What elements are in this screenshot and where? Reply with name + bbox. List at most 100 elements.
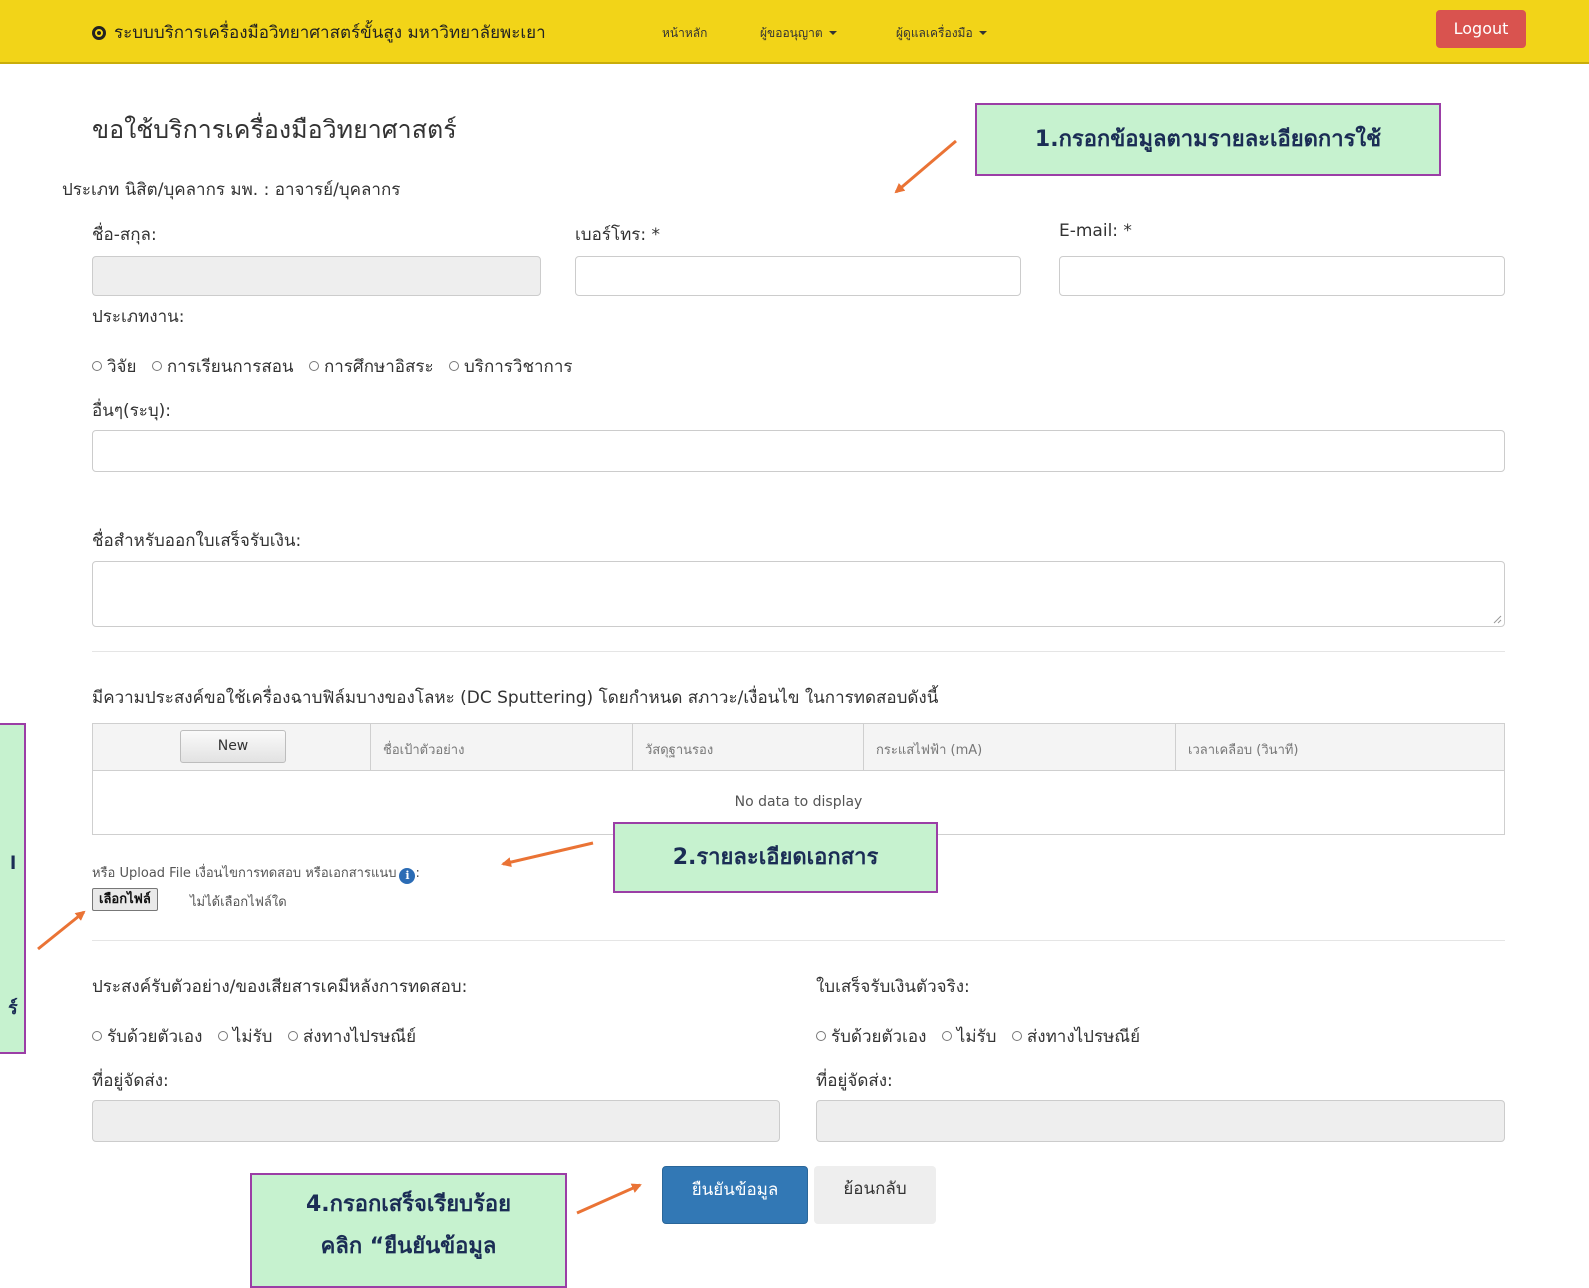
- callout-4-line-1: 4.กรอกเสร็จเรียบร้อย: [305, 1192, 512, 1217]
- work-type-research-option[interactable]: วิจัย: [92, 357, 146, 377]
- target-icon: [92, 26, 106, 40]
- arrow-to-form-fields: [894, 139, 957, 194]
- upload-label-colon: :: [415, 866, 420, 881]
- grid-col-sample-target-label: ชื่อเป้าตัวอย่าง: [383, 743, 465, 758]
- radio-icon: [287, 1031, 298, 1041]
- radio-icon: [308, 361, 319, 371]
- instruction-callout-2: 2.รายละเอียดเอกสาร: [613, 822, 938, 893]
- purpose-text: มีความประสงค์ขอใช้เครื่องฉาบฟิล์มบางของโ…: [92, 688, 939, 708]
- instruction-callout-1: 1.กรอกข้อมูลตามรายละเอียดการใช้: [975, 103, 1441, 176]
- radio-icon: [92, 1031, 102, 1041]
- grid-col-sample-target[interactable]: ชื่อเป้าตัวอย่าง: [370, 724, 632, 771]
- brand[interactable]: ระบบบริการเครื่องมือวิทยาศาสตร์ขั้นสูง ม…: [92, 19, 546, 46]
- top-navbar: ระบบบริการเครื่องมือวิทยาศาสตร์ขั้นสูง ม…: [0, 0, 1589, 64]
- divider: [92, 940, 1505, 941]
- resize-handle-icon: [1493, 615, 1502, 624]
- nav-applicant-label: ผู้ขออนุญาต: [760, 26, 823, 40]
- file-status-text: ไม่ได้เลือกไฟล์ใด: [190, 895, 287, 910]
- nav-equipment-admin-label: ผู้ดูแลเครื่องมือ: [896, 26, 973, 40]
- sample-return-label: ประสงค์รับตัวอย่าง/ของเสียสารเคมีหลังการ…: [92, 977, 468, 997]
- page-title: ขอใช้บริการเครื่องมือวิทยาศาสตร์: [92, 115, 457, 144]
- work-type-teaching-label: การเรียนการสอน: [166, 357, 294, 377]
- sample-address-field: [92, 1100, 780, 1142]
- choose-file-button[interactable]: เลือกไฟล์: [92, 888, 158, 911]
- divider: [92, 651, 1505, 652]
- upload-label: หรือ Upload File เงื่อนไขการทดสอบ หรือเอ…: [92, 862, 420, 884]
- grid-new-button[interactable]: New: [180, 730, 286, 763]
- radio-icon: [151, 361, 162, 371]
- sample-return-post-label: ส่งทางไปรษณีย์: [302, 1027, 417, 1047]
- work-type-label: ประเภทงาน:: [92, 307, 185, 327]
- receipt-radio-group: รับด้วยตัวเอง ไม่รับ ส่งทางไปรษณีย์: [816, 1023, 1150, 1050]
- confirm-button[interactable]: ยืนยันข้อมูล: [662, 1166, 808, 1224]
- work-type-independent-study-option[interactable]: การศึกษาอิสระ: [308, 357, 444, 377]
- radio-icon: [92, 361, 102, 371]
- caret-down-icon: [978, 31, 987, 35]
- receipt-none-label: ไม่รับ: [956, 1027, 997, 1047]
- receipt-name-label: ชื่อสำหรับออกใบเสร็จรับเงิน:: [92, 531, 302, 551]
- other-field[interactable]: [92, 430, 1505, 472]
- radio-icon: [449, 361, 460, 371]
- sample-address-label: ที่อยู่จัดส่ง:: [92, 1071, 169, 1091]
- other-label: อื่นๆ(ระบุ):: [92, 401, 172, 421]
- name-field: [92, 256, 541, 296]
- conditions-grid: New ชื่อเป้าตัวอย่าง วัสดุฐานรอง กระแสไฟ…: [92, 723, 1505, 835]
- brand-title: ระบบบริการเครื่องมือวิทยาศาสตร์ขั้นสูง ม…: [114, 23, 546, 43]
- receipt-self-label: รับด้วยตัวเอง: [831, 1027, 927, 1047]
- receipt-none-option[interactable]: ไม่รับ: [941, 1027, 1007, 1047]
- receipt-address-label: ที่อยู่จัดส่ง:: [816, 1071, 893, 1091]
- user-type-text: ประเภท นิสิต/บุคลากร มพ. : อาจารย์/บุคลา…: [62, 180, 401, 200]
- work-type-research-label: วิจัย: [107, 357, 137, 377]
- receipt-address-field: [816, 1100, 1505, 1142]
- grid-col-current-label: กระแสไฟฟ้า (mA): [876, 743, 983, 758]
- name-label: ชื่อ-สกุล:: [92, 225, 157, 245]
- work-type-academic-service-label: บริการวิชาการ: [464, 357, 573, 377]
- sample-return-radio-group: รับด้วยตัวเอง ไม่รับ ส่งทางไปรษณีย์: [92, 1023, 426, 1050]
- grid-col-substrate[interactable]: วัสดุฐานรอง: [632, 724, 863, 771]
- receipt-post-label: ส่งทางไปรษณีย์: [1026, 1027, 1141, 1047]
- receipt-original-label: ใบเสร็จรับเงินตัวจริง:: [816, 977, 970, 997]
- logout-button[interactable]: Logout: [1436, 10, 1526, 48]
- upload-label-text: หรือ Upload File เงื่อนไขการทดสอบ หรือเอ…: [92, 866, 397, 881]
- email-label: E-mail: *: [1059, 221, 1132, 241]
- email-field[interactable]: [1059, 256, 1505, 296]
- work-type-academic-service-option[interactable]: บริการวิชาการ: [449, 357, 583, 377]
- phone-label: เบอร์โทร: *: [575, 225, 661, 245]
- work-type-independent-study-label: การศึกษาอิสระ: [323, 357, 434, 377]
- caret-down-icon: [828, 31, 837, 35]
- back-button[interactable]: ย้อนกลับ: [814, 1166, 936, 1224]
- radio-icon: [1011, 1031, 1022, 1041]
- nav-home-label: หน้าหลัก: [662, 26, 708, 40]
- work-type-teaching-option[interactable]: การเรียนการสอน: [151, 357, 304, 377]
- sample-return-none-label: ไม่รับ: [232, 1027, 273, 1047]
- receipt-post-option[interactable]: ส่งทางไปรษณีย์: [1011, 1027, 1150, 1047]
- receipt-self-option[interactable]: รับด้วยตัวเอง: [816, 1027, 936, 1047]
- grid-col-current[interactable]: กระแสไฟฟ้า (mA): [863, 724, 1175, 771]
- sample-return-none-option[interactable]: ไม่รับ: [217, 1027, 283, 1047]
- radio-icon: [217, 1031, 228, 1041]
- phone-field[interactable]: [575, 256, 1021, 296]
- callout-3-fragment-2: ร์: [8, 998, 18, 1019]
- grid-header: New ชื่อเป้าตัวอย่าง วัสดุฐานรอง กระแสไฟ…: [93, 724, 1504, 771]
- radio-icon: [816, 1031, 826, 1041]
- nav-equipment-admin-menu[interactable]: ผู้ดูแลเครื่องมือ: [896, 24, 987, 43]
- sample-return-self-option[interactable]: รับด้วยตัวเอง: [92, 1027, 212, 1047]
- instruction-callout-3-partial: l ร์: [0, 723, 26, 1054]
- nav-applicant-menu[interactable]: ผู้ขออนุญาต: [760, 24, 837, 43]
- arrow-to-choose-file: [37, 910, 86, 951]
- nav-home[interactable]: หน้าหลัก: [662, 24, 707, 43]
- callout-3-fragment-1: l: [10, 853, 17, 874]
- info-icon[interactable]: i: [399, 868, 416, 884]
- arrow-to-upload-info: [501, 841, 594, 868]
- instruction-callout-4: 4.กรอกเสร็จเรียบร้อย คลิก “ยืนยันข้อมูล: [250, 1173, 567, 1288]
- sample-return-post-option[interactable]: ส่งทางไปรษณีย์: [287, 1027, 426, 1047]
- grid-col-substrate-label: วัสดุฐานรอง: [645, 743, 714, 758]
- work-type-radio-group: วิจัย การเรียนการสอน การศึกษาอิสระ บริกา…: [92, 353, 583, 380]
- grid-col-coating-time-label: เวลาเคลือบ (วินาที): [1188, 743, 1299, 758]
- arrow-to-confirm-button: [576, 1183, 642, 1215]
- callout-4-line-2: คลิก “ยืนยันข้อมูล: [320, 1234, 497, 1259]
- sample-return-self-label: รับด้วยตัวเอง: [107, 1027, 203, 1047]
- grid-col-coating-time[interactable]: เวลาเคลือบ (วินาที): [1175, 724, 1504, 771]
- radio-icon: [941, 1031, 952, 1041]
- receipt-name-textarea[interactable]: [92, 561, 1505, 627]
